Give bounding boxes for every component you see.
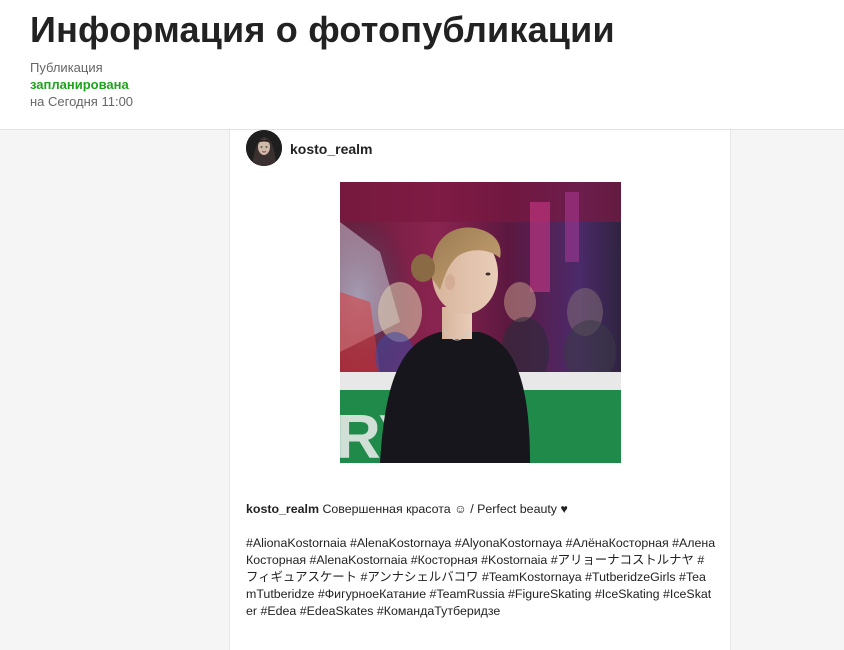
- page-header: Информация о фотопубликации Публикация з…: [0, 0, 844, 130]
- post-photo-image: RY OH: [340, 182, 621, 463]
- post-caption: kosto_realm Совершенная красота ☺ / Perf…: [246, 501, 716, 518]
- caption-text: Совершенная красота ☺ / Perfect beauty ♥: [322, 502, 568, 516]
- post-username[interactable]: kosto_realm: [290, 141, 372, 157]
- post-photo[interactable]: RY OH: [340, 182, 621, 463]
- page-title: Информация о фотопубликации: [30, 9, 615, 50]
- publication-time: на Сегодня 11:00: [30, 94, 134, 109]
- status-badge: запланирована: [30, 77, 129, 92]
- post-card: kosto_realm RY kosto_realm Совершенная к…: [229, 130, 731, 650]
- avatar-image: [246, 130, 282, 166]
- publication-label: Публикация: [30, 60, 103, 75]
- avatar[interactable]: [246, 130, 282, 166]
- caption-username[interactable]: kosto_realm: [246, 502, 319, 516]
- post-hashtags: #AlionaKostornaia #AlenaKostornaya #Alyo…: [246, 536, 716, 618]
